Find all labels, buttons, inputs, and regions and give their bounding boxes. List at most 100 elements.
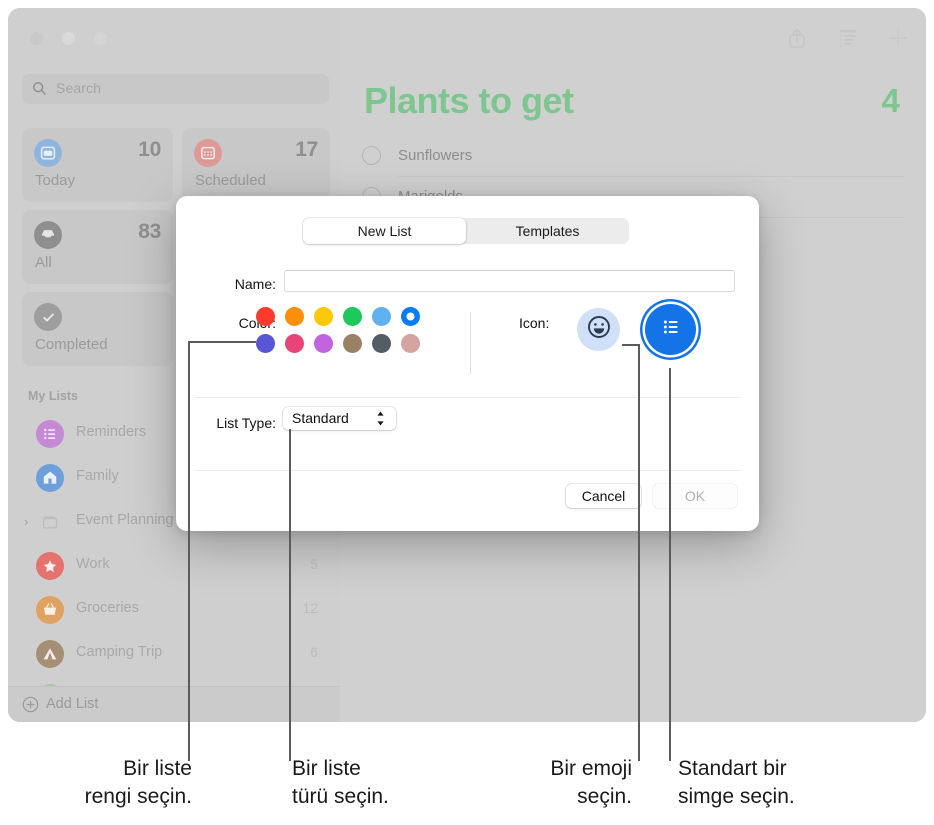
sidebar-item-count: 12 (302, 600, 318, 616)
callout-caption-color-line2: rengi seçin. (84, 784, 192, 808)
callout-line-icon-v (669, 368, 671, 761)
sidebar-item-label: Family (76, 468, 119, 484)
search-placeholder: Search (56, 80, 101, 96)
icon-label: Icon: (519, 315, 550, 331)
color-swatch-green[interactable] (343, 307, 362, 326)
search-input[interactable]: Search (22, 74, 329, 104)
callout-line-color-h (188, 341, 256, 343)
window-controls[interactable] (30, 32, 107, 45)
chevron-up-down-icon (375, 410, 386, 432)
name-input[interactable] (284, 270, 735, 292)
emoji-picker-button[interactable] (577, 308, 620, 351)
color-swatch-blue-selected[interactable] (401, 307, 420, 326)
sidebar-item-label: Work (76, 556, 110, 572)
smart-card-count: 83 (138, 220, 161, 243)
dialog-tab-bar: New List Templates (303, 218, 629, 244)
zoom-button[interactable] (94, 32, 107, 45)
basket-icon (36, 596, 64, 624)
callout-caption-color-line1: Bir liste (123, 757, 192, 780)
callout-caption-icon-line2: simge seçin. (678, 784, 795, 808)
color-swatch-light-blue[interactable] (372, 307, 391, 326)
color-swatch-row (256, 334, 436, 353)
section-divider (470, 312, 471, 374)
sidebar-item-label: Event Planning (76, 512, 174, 528)
task-row[interactable]: Sunflowers (362, 136, 926, 177)
sort-list-icon[interactable] (836, 26, 860, 52)
dialog-divider (194, 470, 741, 471)
sidebar-item-count: 6 (310, 644, 318, 660)
name-label: Name: (234, 276, 276, 292)
search-icon (32, 81, 47, 96)
dialog-divider (194, 397, 741, 398)
callout-caption-type-line2: türü seçin. (292, 784, 389, 808)
color-swatch-indigo[interactable] (256, 334, 275, 353)
color-swatch-dusty-rose[interactable] (401, 334, 420, 353)
smart-card-label: Completed (35, 336, 108, 353)
cancel-button[interactable]: Cancel (566, 484, 641, 508)
sidebar-item-groceries[interactable]: Groceries 12 (22, 592, 330, 628)
smiley-face-icon (586, 314, 612, 345)
callout-caption-type: Bir liste türü seçin. (292, 755, 444, 810)
add-list-label: Add List (46, 696, 99, 712)
callout-caption-color: Bir liste rengi seçin. (22, 755, 192, 810)
smart-card-label: Today (35, 172, 76, 189)
callout-line-type-v (289, 429, 291, 761)
task-title: Sunflowers (398, 147, 473, 164)
content-toolbar (786, 26, 910, 52)
callout-caption-icon: Standart bir simge seçin. (678, 755, 854, 810)
callout-caption-emoji-line1: Bir emoji (550, 757, 632, 780)
color-swatch-purple[interactable] (314, 334, 333, 353)
callout-caption-emoji-line2: seçin. (577, 784, 632, 808)
sidebar-item-label: Camping Trip (76, 644, 163, 660)
smart-card-today[interactable]: 10 Today (22, 128, 173, 202)
list-bullet-icon (656, 312, 686, 347)
new-list-dialog: New List Templates Name: Color: Icon: Li… (176, 196, 759, 531)
share-icon[interactable] (786, 26, 810, 52)
list-bullet-icon (36, 420, 64, 448)
page-title: Plants to get (364, 80, 574, 121)
house-icon (36, 464, 64, 492)
color-swatch-red[interactable] (256, 307, 275, 326)
sidebar-item-camping-trip[interactable]: Camping Trip 6 (22, 636, 330, 672)
tab-templates[interactable]: Templates (466, 218, 629, 244)
chevron-right-icon[interactable]: › (24, 514, 28, 529)
sidebar-item-label: Reminders (76, 424, 147, 440)
page-count: 4 (881, 82, 900, 119)
screenshot-root: Search 10 Today 17 Scheduled 83 All Comp… (0, 0, 934, 825)
smart-card-all[interactable]: 83 All (22, 210, 173, 284)
symbol-picker-button[interactable] (645, 304, 696, 355)
calendar-icon (194, 139, 222, 167)
smart-card-completed[interactable]: Completed (22, 292, 173, 366)
tent-icon (36, 640, 64, 668)
smart-card-label: Scheduled (195, 172, 266, 189)
task-checkbox[interactable] (362, 146, 381, 165)
color-swatch-orange[interactable] (285, 307, 304, 326)
sidebar-item-work[interactable]: Work 5 (22, 548, 330, 584)
callout-line-emoji-v (638, 344, 640, 761)
color-swatch-yellow[interactable] (314, 307, 333, 326)
smart-card-label: All (35, 254, 52, 271)
calendar-day-icon (34, 139, 62, 167)
color-swatch-grid (256, 307, 436, 361)
list-type-select[interactable]: Standard (283, 407, 396, 430)
ok-button[interactable]: OK (653, 484, 737, 508)
color-swatch-brown[interactable] (343, 334, 362, 353)
my-lists-header: My Lists (28, 389, 79, 403)
color-swatch-pink[interactable] (285, 334, 304, 353)
smart-card-count: 17 (295, 138, 318, 161)
callout-caption-emoji: Bir emoji seçin. (500, 755, 632, 810)
add-icon[interactable] (886, 26, 910, 52)
star-icon (36, 552, 64, 580)
close-button[interactable] (30, 32, 43, 45)
smart-card-scheduled[interactable]: 17 Scheduled (182, 128, 330, 202)
smart-card-count: 10 (138, 138, 161, 161)
color-swatch-row (256, 307, 436, 326)
callout-line-color-v (188, 341, 190, 761)
minimize-button[interactable] (62, 32, 75, 45)
folder-icon (36, 508, 64, 536)
callout-caption-type-line1: Bir liste (292, 757, 361, 780)
add-icon (22, 696, 39, 713)
color-swatch-slate[interactable] (372, 334, 391, 353)
tab-new-list[interactable]: New List (303, 218, 466, 244)
sidebar-item-label: Groceries (76, 600, 139, 616)
